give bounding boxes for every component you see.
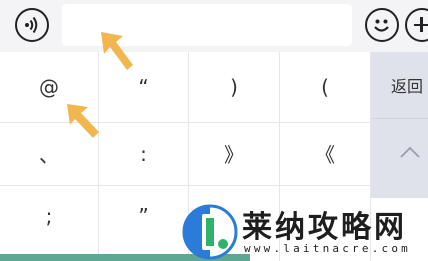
input-toolbar: [0, 0, 428, 52]
symbol-key-left-paren[interactable]: (: [280, 55, 370, 119]
watermark-logo: 莱纳攻略网 www.laitnacre.com: [180, 200, 428, 261]
plus-icon[interactable]: [405, 8, 428, 42]
symbol-key-right-book-title[interactable]: 》: [189, 122, 279, 185]
emoji-icon[interactable]: [365, 8, 399, 42]
logo-icon: [182, 204, 238, 260]
watermark-title: 莱纳攻略网: [242, 210, 407, 245]
pointer-arrow-icon: [67, 104, 99, 138]
back-key[interactable]: 返回: [371, 52, 428, 118]
chevron-up-icon[interactable]: [371, 119, 428, 184]
voice-input-icon[interactable]: [15, 8, 49, 42]
symbol-key-right-quote[interactable]: ”: [99, 186, 188, 246]
symbol-key-semicolon[interactable]: ;: [0, 186, 98, 246]
symbol-key-colon[interactable]: :: [99, 122, 188, 185]
pointer-arrow-icon: [101, 32, 133, 70]
watermark-url: www.laitnacre.com: [244, 242, 411, 255]
symbol-key-left-book-title[interactable]: 《: [280, 122, 370, 185]
symbol-key-right-paren[interactable]: ): [189, 55, 279, 119]
back-key-label: 返回: [391, 77, 424, 96]
